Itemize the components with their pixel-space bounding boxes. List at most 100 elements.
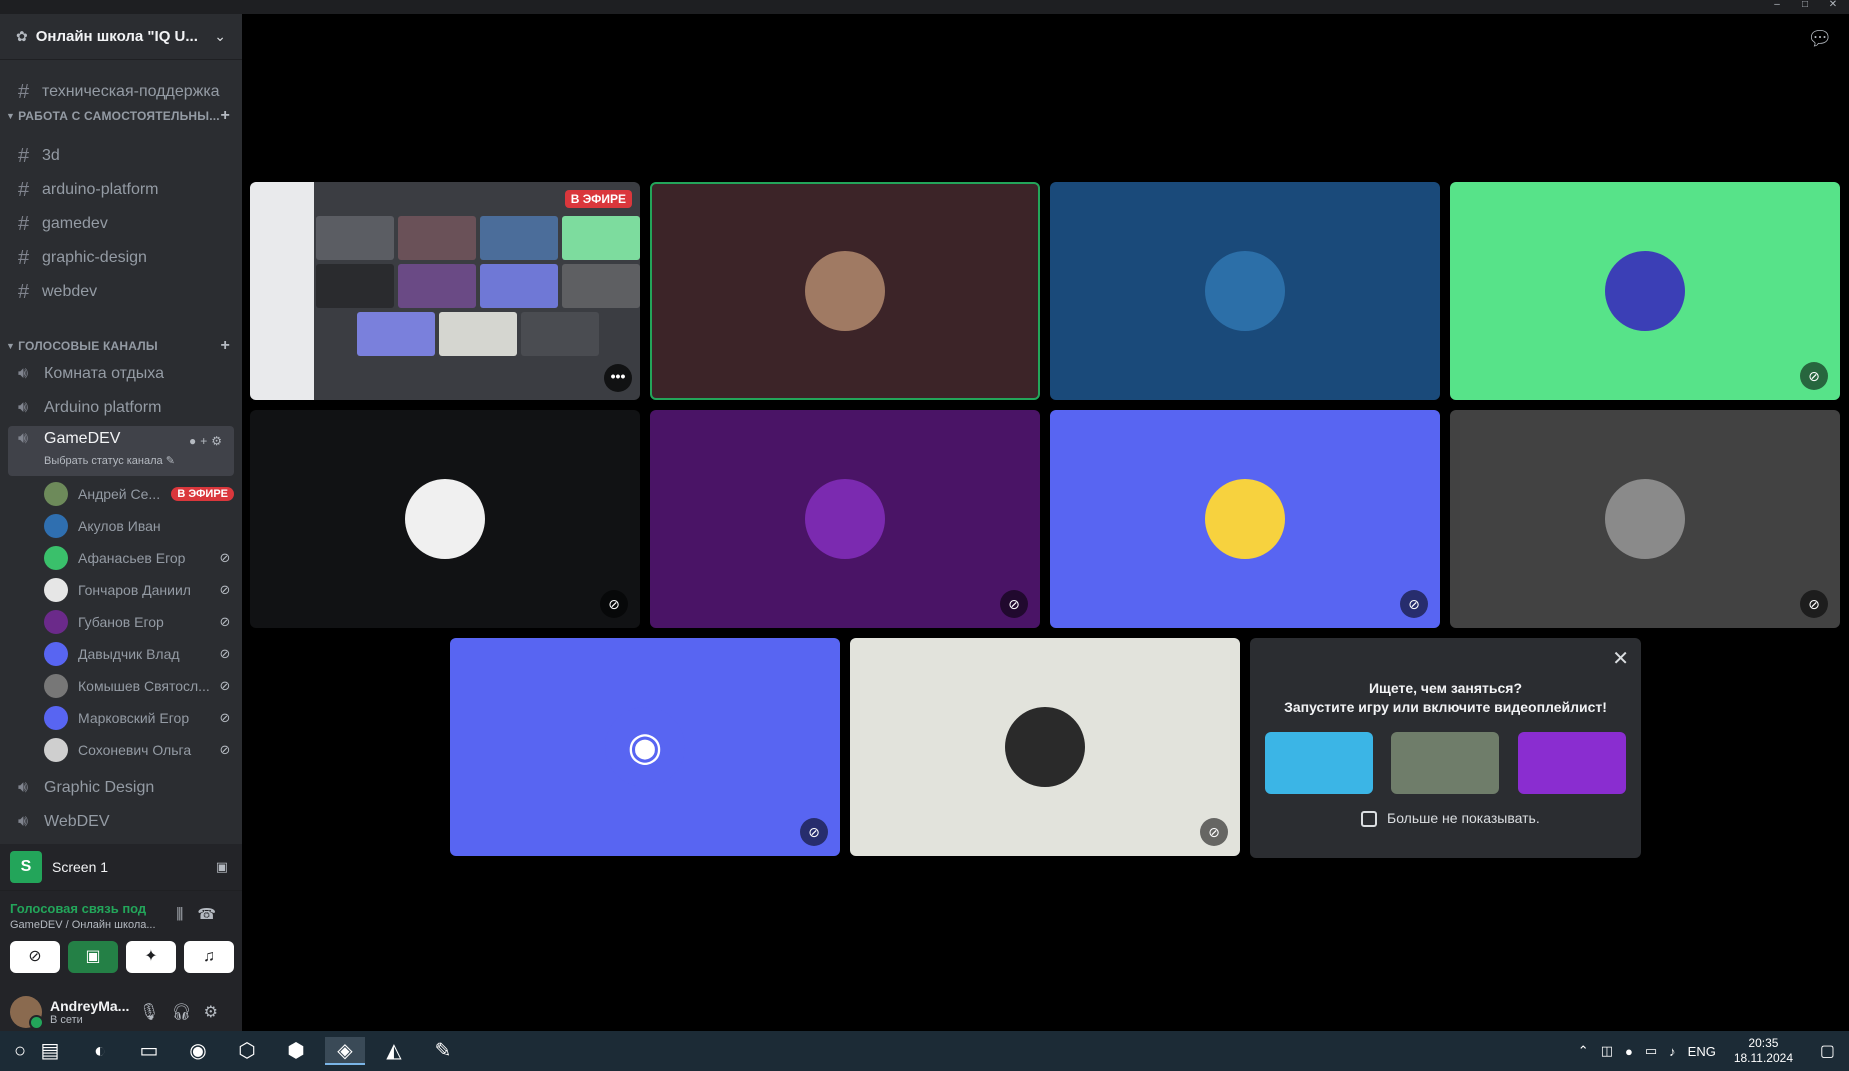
channel-gamedev[interactable]: # gamedev (8, 208, 234, 240)
channel-tech-support[interactable]: # техническая-поддержка (8, 76, 234, 108)
mic-muted-icon: ⊘ (1800, 362, 1828, 390)
preview-cell (480, 264, 558, 308)
participant-tile[interactable] (1050, 182, 1440, 400)
close-window-button[interactable]: ✕ (1821, 0, 1845, 14)
channel-webdev[interactable]: # webdev (8, 276, 234, 308)
gear-icon[interactable]: ⚙ (204, 1004, 230, 1021)
disconnect-icon[interactable]: ☎ (197, 906, 230, 923)
member-item[interactable]: Давыдчик Влад ⊘ (44, 639, 234, 669)
add-channel-icon[interactable]: + (220, 337, 230, 355)
category-self-work[interactable]: ▼ РАБОТА С САМОСТОЯТЕЛЬНЫ... + (6, 106, 234, 126)
dont-show-label[interactable]: Больше не показывать. (1387, 810, 1540, 826)
member-item[interactable]: Губанов Егор ⊘ (44, 607, 234, 637)
channel-label: graphic-design (42, 249, 147, 266)
network-icon[interactable]: ▭ (1645, 1043, 1657, 1059)
clock[interactable]: 20:35 18.11.2024 (1734, 1036, 1793, 1066)
more-options-button[interactable]: ••• (604, 364, 632, 392)
member-item[interactable]: Акулов Иван (44, 511, 234, 541)
channel-label: Graphic Design (44, 779, 155, 796)
avatar (805, 479, 885, 559)
user-status: В сети (50, 1014, 83, 1026)
noise-suppression-icon[interactable]: ⫼ (176, 906, 197, 923)
voice-connected-status[interactable]: Голосовая связь под (10, 901, 146, 916)
member-item[interactable]: Комышев Святосл... ⊘ (44, 671, 234, 701)
channel-arduino-platform[interactable]: # arduino-platform (8, 174, 234, 206)
member-item[interactable]: Сохоневич Ольга ⊘ (44, 735, 234, 765)
file-explorer-icon[interactable]: ▭ (129, 1037, 169, 1065)
category-label: ГОЛОСОВЫЕ КАНАЛЫ (18, 339, 158, 353)
activity-game-cow[interactable] (1265, 732, 1373, 794)
voice-connection-panel: Голосовая связь под GameDEV / Онлайн шко… (0, 890, 242, 986)
paint-app-icon[interactable]: ✎ (423, 1037, 463, 1065)
chrome-icon[interactable]: ◉ (178, 1037, 218, 1065)
close-icon[interactable]: ✕ (1612, 646, 1629, 671)
activities-button[interactable]: ✦ (126, 941, 176, 973)
chat-bubble-icon[interactable]: ● (189, 434, 200, 448)
voice-channel-gamedev[interactable]: 🔊︎ GameDEV Выбрать статус канала ✎ ●+⚙ (8, 426, 234, 476)
avatar (44, 482, 68, 506)
microphone-icon[interactable]: ● (1625, 1044, 1633, 1059)
participant-tile[interactable]: ⊘ (1450, 410, 1840, 628)
member-item[interactable]: Андрей Се... В ЭФИРЕ (44, 479, 234, 509)
member-item[interactable]: Марковский Егор ⊘ (44, 703, 234, 733)
mic-muted-icon: ⊘ (219, 742, 231, 757)
minimize-button[interactable]: – (1765, 0, 1789, 14)
windows-taskbar: ○ ▤ ◐ ▭ ◉ ⬡ ⬢ ◈ ◭ ✎ ⌃ ◫ ● ▭ ♪ ENG 20:35 … (0, 1031, 1849, 1071)
channel-controls[interactable]: ●+⚙ (189, 434, 226, 448)
participant-tile[interactable]: ◉ ⊘ (450, 638, 840, 856)
voice-channel-lounge[interactable]: 🔊︎ Комната отдыха (8, 358, 234, 390)
member-name: Губанов Егор (78, 614, 164, 630)
avatar (44, 706, 68, 730)
participant-tile[interactable]: ⊘ (650, 410, 1040, 628)
notification-center-icon[interactable]: ▢ (1820, 1041, 1835, 1061)
voice-channel-graphic-design[interactable]: 🔊︎ Graphic Design (8, 772, 234, 804)
edge-browser-icon[interactable]: ◐ (80, 1037, 120, 1065)
camera-off-button[interactable]: ⊘ (10, 941, 60, 973)
participant-tile[interactable]: ⊘ (850, 638, 1240, 856)
dont-show-checkbox[interactable] (1361, 811, 1377, 827)
channel-3d[interactable]: # 3d (8, 140, 234, 172)
stop-stream-icon[interactable]: ▣ (216, 859, 228, 875)
server-header[interactable]: ✿ Онлайн школа "IQ U... ⌄ (0, 14, 242, 60)
add-channel-icon[interactable]: + (220, 107, 230, 125)
activity-game-krunker[interactable] (1391, 732, 1499, 794)
chevron-up-icon[interactable]: ⌃ (1578, 1043, 1589, 1059)
add-member-icon[interactable]: + (200, 434, 211, 448)
member-item[interactable]: Афанасьев Егор ⊘ (44, 543, 234, 573)
channel-label: техническая-поддержка (42, 83, 220, 100)
voice-connection-location[interactable]: GameDEV / Онлайн школа... (10, 919, 156, 931)
screen-share-button[interactable]: ▣ (68, 941, 118, 973)
participant-tile[interactable]: ⊘ (1050, 410, 1440, 628)
headphones-icon[interactable]: 🎧︎ (171, 1004, 203, 1021)
camera-icon[interactable]: ◫ (1601, 1043, 1613, 1059)
member-name: Давыдчик Влад (78, 646, 180, 662)
channel-status-link[interactable]: Выбрать статус канала ✎ (44, 454, 175, 467)
activity-game-gartic-phone[interactable] (1518, 732, 1626, 794)
discord-taskbar-icon[interactable]: ◈ (325, 1037, 365, 1065)
avatar[interactable] (10, 996, 44, 1030)
screen-share-panel[interactable]: S Screen 1 ▣ (0, 844, 242, 890)
unity-icon[interactable]: ⬢ (276, 1037, 316, 1065)
stream-tile[interactable]: В ЭФИРЕ ••• (250, 182, 640, 400)
visual-studio-icon[interactable]: ◭ (374, 1037, 414, 1065)
maximize-button[interactable]: □ (1793, 0, 1817, 14)
task-view-icon[interactable]: ▤ (30, 1037, 70, 1065)
member-name: Акулов Иван (78, 518, 161, 534)
chat-bubble-icon[interactable]: 💬︎ (1807, 26, 1833, 50)
microphone-icon[interactable]: 🎙︎ (139, 1004, 171, 1021)
category-voice-channels[interactable]: ▼ ГОЛОСОВЫЕ КАНАЛЫ + (6, 336, 234, 356)
soundboard-button[interactable]: ♫ (184, 941, 234, 973)
voice-channel-webdev[interactable]: 🔊︎ WebDEV (8, 806, 234, 838)
unity-hub-icon[interactable]: ⬡ (227, 1037, 267, 1065)
channel-graphic-design[interactable]: # graphic-design (8, 242, 234, 274)
participant-tile[interactable]: ⊘ (250, 410, 640, 628)
voice-channel-arduino[interactable]: 🔊︎ Arduino platform (8, 392, 234, 424)
participant-tile[interactable] (650, 182, 1040, 400)
language-indicator[interactable]: ENG (1688, 1044, 1716, 1059)
volume-icon[interactable]: ♪ (1669, 1044, 1676, 1059)
participant-tile[interactable]: ⊘ (1450, 182, 1840, 400)
speaker-icon: 🔊︎ (18, 779, 29, 796)
user-info[interactable]: AndreyMa... В сети (50, 998, 129, 1026)
gear-icon[interactable]: ⚙ (211, 434, 226, 448)
member-item[interactable]: Гончаров Даниил ⊘ (44, 575, 234, 605)
